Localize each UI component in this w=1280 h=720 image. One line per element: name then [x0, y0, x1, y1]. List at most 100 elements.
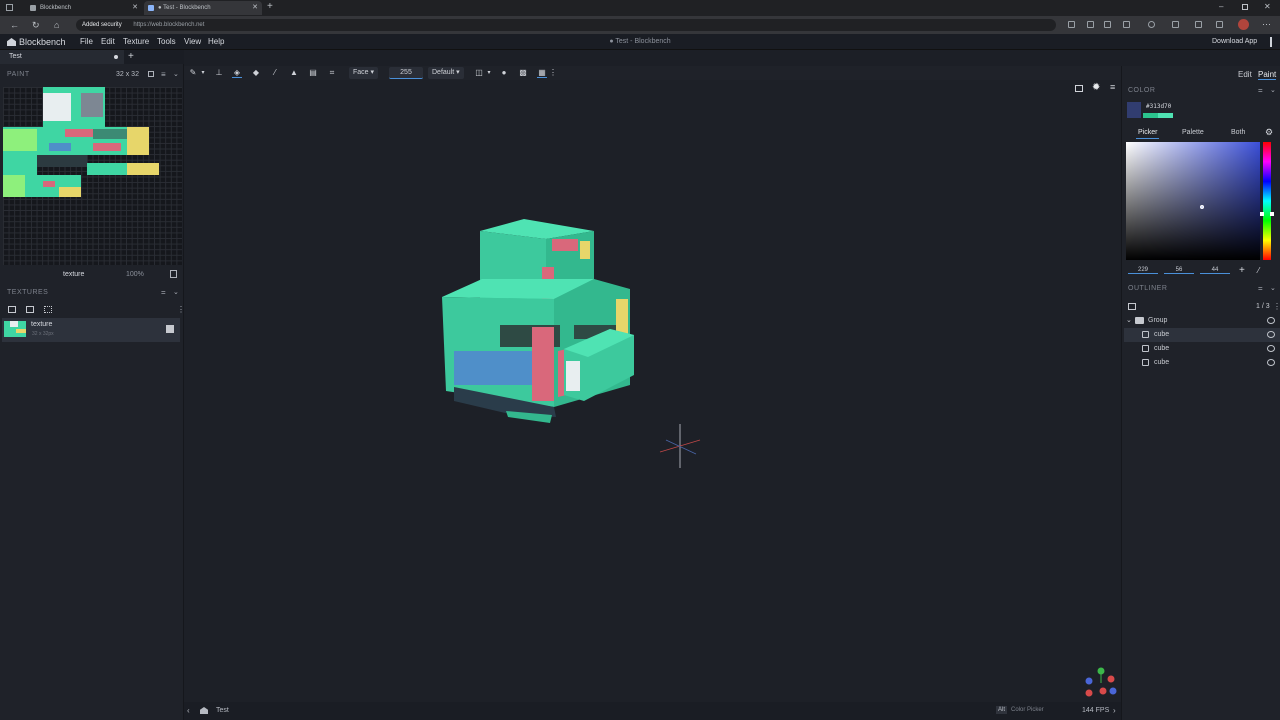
pixel-grid-icon[interactable]: ▦ [537, 68, 547, 78]
fullscreen-icon[interactable] [148, 71, 154, 77]
close-icon[interactable]: ✕ [132, 1, 138, 15]
uv-settings-icon[interactable] [170, 270, 177, 278]
hue-input[interactable]: 229 [1128, 267, 1158, 274]
window-controls-icon[interactable] [1270, 37, 1272, 47]
project-tab[interactable]: Test [0, 50, 124, 64]
color-picker-icon[interactable]: ⁄ [270, 68, 280, 78]
hue-slider[interactable] [1260, 142, 1274, 260]
opacity-field[interactable]: 255 [389, 67, 423, 79]
shading-select[interactable]: Default ▾ [428, 67, 464, 79]
add-cube-icon[interactable] [1128, 303, 1136, 310]
color-picker-cursor[interactable] [1200, 205, 1204, 209]
apps-icon[interactable] [1104, 21, 1111, 28]
save-texture-icon[interactable] [166, 325, 174, 333]
download-app-button[interactable]: Download App [1212, 37, 1257, 47]
viewport-menu-icon[interactable]: ≡ [1110, 82, 1115, 92]
browser-tab-2[interactable]: ● Test - Blockbench ✕ [144, 1, 262, 15]
secondary-color-swatch[interactable] [1143, 113, 1173, 118]
texture-grid-icon[interactable] [44, 306, 52, 313]
hue-slider-handle[interactable] [1260, 212, 1274, 216]
uv-texture-editor[interactable] [3, 87, 182, 265]
checker-icon[interactable]: ▩ [518, 68, 528, 78]
shape-icon[interactable]: ▲ [289, 68, 299, 78]
both-tab[interactable]: Both [1231, 129, 1245, 136]
outliner-group[interactable]: ⌄ Group [1124, 314, 1280, 328]
collapse-icon[interactable]: = [1258, 86, 1263, 95]
chevron-down-icon[interactable]: ▾ [198, 68, 208, 78]
chevron-left-icon[interactable]: ‹ [187, 706, 190, 715]
menu-view[interactable]: View [184, 37, 201, 47]
split-screen-icon[interactable] [1216, 21, 1223, 28]
add-to-palette-icon[interactable]: + [1239, 265, 1245, 276]
refresh-extension-icon[interactable] [1148, 21, 1155, 28]
chevron-down-icon[interactable]: ⌄ [1126, 314, 1132, 328]
new-tab-icon[interactable]: + [267, 1, 273, 12]
create-texture-icon[interactable] [26, 306, 34, 313]
lighting-icon[interactable]: ✹ [1092, 82, 1100, 93]
selected-color-swatch[interactable] [1127, 102, 1141, 118]
profile-avatar[interactable] [1238, 19, 1249, 30]
menu-tools[interactable]: Tools [157, 37, 176, 47]
chevron-right-icon[interactable]: › [1113, 706, 1116, 715]
eye-icon[interactable] [1267, 317, 1275, 324]
eraser-icon[interactable]: ◆ [251, 68, 261, 78]
home-icon[interactable]: ⌂ [54, 20, 59, 30]
extension-icon[interactable] [1068, 21, 1075, 28]
screenshot-icon[interactable] [1075, 85, 1083, 92]
maximize-icon[interactable] [1242, 4, 1248, 10]
navigation-gizmo-icon[interactable] [1081, 665, 1121, 701]
mode-edit-tab[interactable]: Edit [1238, 70, 1252, 79]
chevron-down-icon[interactable]: ⌄ [1270, 86, 1276, 94]
chevron-down-icon[interactable]: ▾ [484, 68, 494, 78]
outliner-cube[interactable]: cube [1124, 342, 1280, 356]
back-icon[interactable]: ← [10, 20, 19, 30]
lock-alpha-icon[interactable]: ● [499, 68, 509, 78]
collapse-icon[interactable]: = [161, 288, 166, 297]
3d-viewport[interactable]: ✹ ≡ [184, 80, 1121, 702]
menu-file[interactable]: File [80, 37, 93, 47]
palette-tab[interactable]: Palette [1182, 129, 1204, 136]
picker-tab[interactable]: Picker [1136, 129, 1160, 139]
color-hex-input[interactable]: #313d70 [1146, 103, 1276, 110]
new-tab-plus-icon[interactable]: + [128, 51, 134, 62]
read-aloud-icon[interactable] [1087, 21, 1094, 28]
saturation-input[interactable]: 56 [1164, 267, 1194, 274]
chevron-down-icon[interactable]: ⌄ [173, 70, 179, 78]
collapse-icon[interactable]: = [1258, 284, 1263, 293]
reload-icon[interactable]: ↻ [32, 20, 40, 30]
menu-edit[interactable]: Edit [101, 37, 115, 47]
more-menu-icon[interactable]: ⋯ [1262, 19, 1271, 30]
browser-menu-icon[interactable] [6, 4, 13, 11]
menu-help[interactable]: Help [208, 37, 224, 47]
brush-icon[interactable]: ✎ [188, 68, 198, 78]
texture-list-item[interactable]: texture 32 x 32px [2, 318, 180, 342]
fill-mode-select[interactable]: Face ▾ [349, 67, 379, 79]
url-field[interactable]: Added security https://web.blockbench.ne… [76, 19, 1056, 31]
more-vertical-icon[interactable]: ⋮ [548, 68, 558, 78]
eyedropper-icon[interactable]: ⁄ [1258, 266, 1259, 275]
more-vertical-icon[interactable]: ⋮ [1273, 302, 1280, 311]
favorites-icon[interactable] [1172, 21, 1179, 28]
outliner-cube[interactable]: cube [1124, 356, 1280, 370]
chevron-down-icon[interactable]: ⌄ [173, 288, 179, 296]
stamp-icon[interactable]: ⊥ [214, 68, 224, 78]
browser-tab-1[interactable]: Blockbench ✕ [26, 1, 142, 15]
favorite-star-icon[interactable] [1123, 21, 1130, 28]
fill-bucket-icon[interactable]: ◈ [232, 68, 242, 78]
outliner-cube[interactable]: cube [1124, 328, 1280, 342]
eye-icon[interactable] [1267, 331, 1275, 338]
gear-icon[interactable]: ⚙ [1265, 127, 1273, 138]
saturation-value-picker[interactable] [1126, 142, 1260, 260]
menu-lines-icon[interactable]: ≡ [161, 70, 166, 79]
selection-icon[interactable]: ⌗ [327, 68, 337, 78]
mirror-icon[interactable]: ◫ [474, 68, 484, 78]
window-close-icon[interactable]: ✕ [1264, 2, 1271, 11]
import-texture-icon[interactable] [8, 306, 16, 313]
collections-icon[interactable] [1195, 21, 1202, 28]
eye-icon[interactable] [1267, 345, 1275, 352]
menu-texture[interactable]: Texture [123, 37, 149, 47]
eye-icon[interactable] [1267, 359, 1275, 366]
value-input[interactable]: 44 [1200, 267, 1230, 274]
minimize-icon[interactable]: – [1219, 2, 1223, 11]
mode-paint-tab[interactable]: Paint [1258, 70, 1277, 80]
